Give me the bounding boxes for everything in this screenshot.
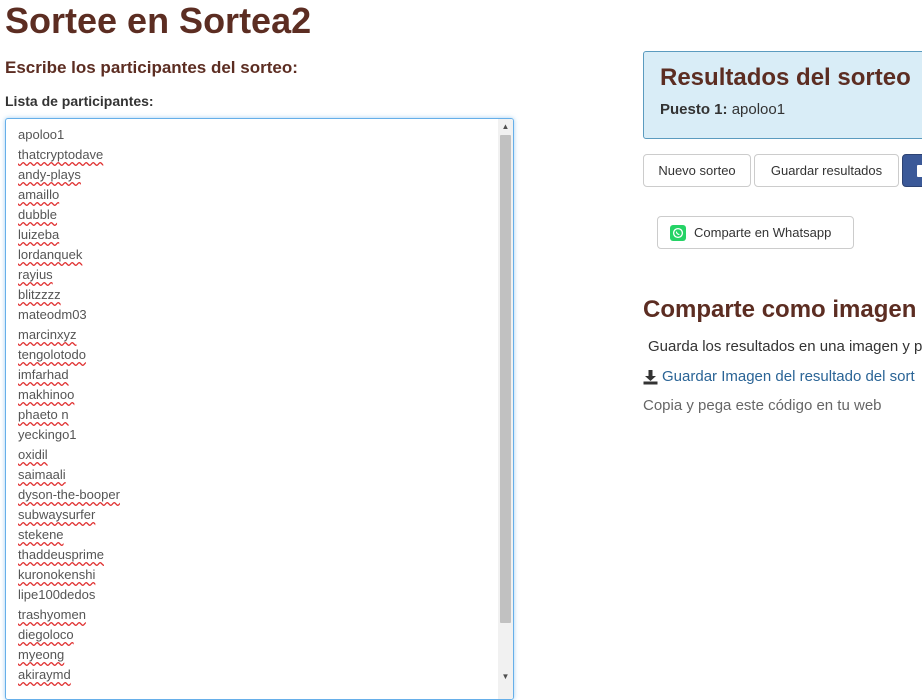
participant-item: stekene [18,525,513,545]
participant-name: subwaysurfer [18,507,96,522]
participant-item: lipe100dedos [18,585,513,605]
participants-list: apoloo1 thatcryptodave andy-plays amaillo du… [6,119,513,685]
participant-item: dubble [18,205,513,225]
participant-name: thaddeusprime [18,547,104,562]
participant-item: andy-plays [18,165,513,185]
scroll-thumb[interactable] [500,135,511,623]
share-image-description: Guarda los resultados en una imagen y p [648,338,922,355]
participant-item: dyson-the-booper [18,485,513,505]
participant-item: phaeto n [18,405,513,425]
whatsapp-button-label: Comparte en Whatsapp [694,225,832,240]
participant-name: kuronokenshi [18,567,96,582]
whatsapp-share-button[interactable]: Comparte en Whatsapp [657,216,854,249]
participant-item: tengolotodo [18,345,513,365]
participant-name: dubble [18,207,58,222]
participant-name: apoloo1 [18,127,65,142]
participant-name: akiraymd [18,667,71,682]
facebook-icon [917,165,922,177]
participant-item: thatcryptodave [18,145,513,165]
results-title: Resultados del sorteo [660,64,911,91]
result-position-1: Puesto 1: apoloo1 [660,101,785,118]
participant-name: amaillo [18,187,60,202]
participant-name: myeong [18,647,65,662]
download-icon [643,369,658,384]
participant-name: phaeto n [18,407,69,422]
participant-name: rayius [18,267,53,282]
participant-name: lipe100dedos [18,587,96,602]
participant-item: oxidil [18,445,513,465]
participant-item: trashyomen [18,605,513,625]
participant-name: yeckingo1 [18,427,77,442]
result-position-label: Puesto 1: [660,101,728,118]
textarea-scrollbar[interactable]: ▲ ▼ [498,119,513,699]
participant-item: amaillo [18,185,513,205]
participants-subtitle: Escribe los participantes del sorteo: [5,58,298,77]
save-results-button[interactable]: Guardar resultados [754,154,899,187]
participant-item: lordanquek [18,245,513,265]
participant-name: blitzzzz [18,287,61,302]
save-image-link-label: Guardar Imagen del resultado del sort [662,368,915,385]
page-title: Sortee en Sortea2 [5,0,312,41]
participant-item: saimaali [18,465,513,485]
scroll-down-arrow-icon[interactable]: ▼ [498,669,513,684]
participant-name: thatcryptodave [18,147,104,162]
participant-name: saimaali [18,467,66,482]
participant-item: rayius [18,265,513,285]
participant-item: kuronokenshi [18,565,513,585]
participant-name: lordanquek [18,247,83,262]
participants-list-label: Lista de participantes: [5,93,154,109]
participant-name: imfarhad [18,367,69,382]
participant-item: mateodm03 [18,305,513,325]
save-image-link[interactable]: Guardar Imagen del resultado del sort [643,368,915,385]
participant-name: luizeba [18,227,60,242]
participant-item: thaddeusprime [18,545,513,565]
participant-name: makhinoo [18,387,75,402]
participant-item: subwaysurfer [18,505,513,525]
participant-item: imfarhad [18,365,513,385]
participant-item: luizeba [18,225,513,245]
participants-textarea[interactable]: apoloo1 thatcryptodave andy-plays amaillo du… [5,118,514,700]
participant-item: marcinxyz [18,325,513,345]
participant-item: yeckingo1 [18,425,513,445]
embed-code-label: Copia y pega este código en tu web [643,397,882,414]
participant-name: trashyomen [18,607,86,622]
new-draw-button[interactable]: Nuevo sorteo [643,154,751,187]
participant-name: diegoloco [18,627,74,642]
participant-item: diegoloco [18,625,513,645]
participant-name: oxidil [18,447,48,462]
results-panel: Resultados del sorteo Puesto 1: apoloo1 [643,51,922,139]
participant-name: tengolotodo [18,347,86,362]
result-winner: apoloo1 [731,101,786,118]
participant-item: apoloo1 [18,125,513,145]
participant-item: blitzzzz [18,285,513,305]
participant-name: mateodm03 [18,307,87,322]
facebook-share-button[interactable] [902,154,922,187]
whatsapp-icon [670,224,686,241]
participant-item: makhinoo [18,385,513,405]
participant-name: stekene [18,527,64,542]
participant-name: dyson-the-booper [18,487,120,502]
participant-item: myeong [18,645,513,665]
participant-item: akiraymd [18,665,513,685]
participant-name: marcinxyz [18,327,77,342]
scroll-up-arrow-icon[interactable]: ▲ [498,119,513,134]
participant-name: andy-plays [18,167,81,182]
share-image-title: Comparte como imagen [643,296,917,323]
